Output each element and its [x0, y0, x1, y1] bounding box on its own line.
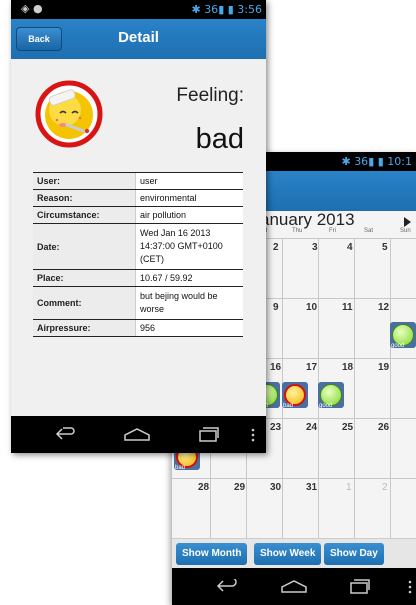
row-value: air pollution [135, 206, 243, 224]
back-nav-icon[interactable] [216, 579, 238, 593]
sick-face-icon [35, 80, 103, 148]
view-buttons-bar: Show Month Show Week Show Day [172, 538, 416, 569]
day-number[interactable]: 11 [342, 302, 353, 313]
detail-table: User: user Reason: environmental Circums… [33, 172, 243, 337]
next-month-icon[interactable] [404, 217, 411, 227]
recent-apps-icon[interactable] [197, 426, 219, 442]
day-number[interactable]: 10 [306, 302, 317, 313]
row-key: Date: [33, 223, 136, 270]
day-number[interactable]: 12 [378, 302, 389, 313]
weekday-label: Thu [292, 228, 303, 234]
day-number[interactable]: 2 [382, 482, 388, 493]
mood-label: good [391, 343, 405, 349]
row-key: User: [33, 172, 136, 190]
table-row: Reason: environmental [33, 189, 243, 207]
grid-line [390, 238, 391, 538]
day-number[interactable]: 25 [342, 422, 353, 433]
row-key: Airpressure: [33, 319, 136, 337]
row-value: environmental [135, 189, 243, 207]
weekday-label: Sun [400, 228, 411, 234]
system-nav-bar [11, 416, 266, 453]
month-title: anuary 2013 [260, 210, 355, 229]
day-number[interactable]: 19 [378, 362, 389, 373]
mood-entry[interactable]: bad [282, 382, 308, 409]
day-number[interactable]: 23 [270, 422, 281, 433]
mood-label: good [319, 403, 333, 409]
day-number[interactable]: 30 [270, 482, 281, 493]
day-number[interactable]: 24 [306, 422, 317, 433]
signal-label: 36 [204, 3, 219, 16]
status-indicators: ✱ 36▮ ▮ 10:1 [341, 155, 412, 168]
day-number[interactable]: 17 [306, 362, 317, 373]
row-value: user [135, 172, 243, 190]
row-key: Place: [33, 269, 136, 287]
row-key: Reason: [33, 189, 136, 207]
weekday-label: Sat [364, 228, 374, 234]
status-time: 10:1 [387, 155, 412, 168]
day-number[interactable]: 2 [273, 242, 279, 253]
day-number[interactable]: 4 [347, 242, 353, 253]
row-key: Comment: [33, 286, 136, 320]
back-nav-icon[interactable] [55, 427, 77, 441]
status-bar: ◈ ● ✱ 36▮ ▮ 3:56 [11, 0, 266, 19]
table-row: Place: 10.67 / 59.92 [33, 269, 243, 287]
show-day-button[interactable]: Show Day [324, 543, 384, 565]
home-nav-icon[interactable] [123, 427, 151, 441]
table-row: Comment: but bejing would be worse [33, 286, 243, 320]
row-value: 956 [135, 319, 243, 337]
recent-apps-icon[interactable] [348, 578, 370, 594]
row-key: Circumstance: [33, 206, 136, 224]
show-month-button[interactable]: Show Month [176, 543, 248, 565]
detail-screen: ◈ ● ✱ 36▮ ▮ 3:56 Back Detail Feeling: ba… [11, 0, 266, 453]
day-number[interactable]: 5 [382, 242, 388, 253]
page-title: Detail [118, 29, 159, 46]
day-number[interactable]: 1 [346, 482, 352, 493]
table-row: Date: Wed Jan 16 2013 14:37:00 GMT+0100 … [33, 223, 243, 270]
row-value: 10.67 / 59.92 [135, 269, 243, 287]
home-nav-icon[interactable] [280, 579, 308, 593]
table-row: Circumstance: air pollution [33, 206, 243, 224]
grid-line [354, 238, 355, 538]
show-week-button[interactable]: Show Week [254, 543, 322, 565]
feeling-label: Feeling: [176, 85, 244, 106]
table-row: Airpressure: 956 [33, 319, 243, 337]
mood-entry[interactable]: good [390, 322, 416, 349]
row-value: but bejing would be worse [135, 286, 243, 320]
overflow-menu-icon[interactable] [408, 580, 412, 594]
notification-icons: ◈ ● [21, 2, 43, 15]
day-number[interactable]: 28 [198, 482, 209, 493]
day-number[interactable]: 18 [342, 362, 353, 373]
overflow-menu-icon[interactable] [251, 428, 255, 442]
mood-label: bad [175, 465, 186, 471]
mood-entry[interactable]: good [318, 382, 344, 409]
day-number[interactable]: 16 [270, 362, 281, 373]
feeling-value: bad [195, 123, 244, 155]
day-number[interactable]: 9 [273, 302, 279, 313]
table-row: User: user [33, 172, 243, 190]
mood-label: bad [283, 403, 294, 409]
row-value: Wed Jan 16 2013 14:37:00 GMT+0100 (CET) [135, 223, 243, 270]
day-number[interactable]: 29 [234, 482, 245, 493]
weekday-label: Fri [329, 228, 336, 234]
signal-label: 36 [354, 155, 369, 168]
system-nav-bar [172, 568, 416, 605]
status-indicators: ✱ 36▮ ▮ 3:56 [191, 3, 262, 16]
day-number[interactable]: 26 [378, 422, 389, 433]
day-number[interactable]: 31 [306, 482, 317, 493]
day-number[interactable]: 3 [312, 242, 318, 253]
status-time: 3:56 [237, 3, 262, 16]
